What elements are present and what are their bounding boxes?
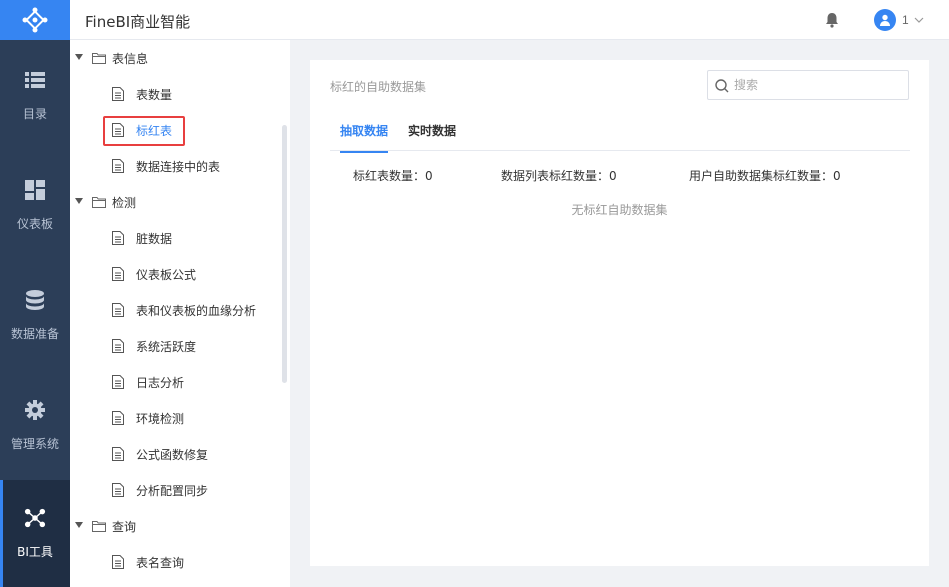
tree-item-label: 环境检测 (136, 412, 185, 426)
tree-folder-label: 查询 (112, 520, 137, 534)
tree-item[interactable]: 系统活跃度 (70, 328, 280, 364)
empty-state-text: 无标红自助数据集 (571, 203, 668, 217)
content-card: 标红的自助数据集 抽取数据 实时数据 标红表数量：0 数据列表标红数量：0 用户… (310, 60, 929, 566)
nav-label: 数据准备 (10, 326, 59, 341)
card-title: 标红的自助数据集 (330, 80, 427, 94)
folder-icon (92, 52, 106, 64)
document-icon (112, 375, 124, 389)
stat-red-user-dataset-count: 用户自助数据集标红数量：0 (689, 169, 841, 183)
tree-item[interactable]: 表名查询 (70, 544, 280, 580)
bell-icon[interactable] (825, 12, 839, 28)
document-icon (112, 231, 124, 245)
stat-red-table-count: 标红表数量：0 (353, 169, 433, 183)
app-title: FineBI商业智能 (85, 13, 191, 31)
caret-down-icon[interactable] (75, 522, 83, 528)
document-icon (112, 411, 124, 425)
username: 1 (902, 13, 909, 27)
document-icon (112, 447, 124, 461)
tree-item[interactable]: 脏数据 (70, 220, 280, 256)
list-icon (24, 69, 46, 91)
document-icon (112, 339, 124, 353)
tab-realtime-data[interactable]: 实时数据 (408, 122, 456, 151)
nav-label: BI工具 (17, 545, 53, 559)
tree-item-label: 数据连接中的表 (136, 160, 221, 174)
tree-item[interactable]: 分析配置同步 (70, 472, 280, 508)
tree-item-label: 表数量 (136, 88, 173, 102)
tree-item[interactable]: 表和仪表板的血缘分析 (70, 292, 280, 328)
logo[interactable] (0, 0, 70, 40)
logo-icon (22, 7, 48, 33)
nav-label: 目录 (22, 106, 47, 121)
nav-label: 仪表板 (16, 216, 53, 231)
tree-item-label: 表名查询 (136, 556, 185, 570)
top-header: FineBI商业智能 1 (70, 0, 949, 40)
caret-down-icon[interactable] (75, 198, 83, 204)
dashboard-icon (24, 179, 46, 201)
tree-scrollbar[interactable] (282, 125, 287, 383)
document-icon (112, 159, 124, 173)
search-icon (715, 79, 729, 93)
tree-folder[interactable]: 查询 (70, 508, 280, 544)
nav-item-catalog[interactable]: 目录 (0, 40, 70, 150)
folder-icon (92, 196, 106, 208)
network-icon (24, 507, 46, 529)
tree-item[interactable]: 日志分析 (70, 364, 280, 400)
nav-label: 管理系统 (10, 436, 59, 451)
database-icon (24, 289, 46, 311)
tree-item-label: 分析配置同步 (136, 484, 209, 498)
document-icon (112, 303, 124, 317)
tree-item-label: 公式函数修复 (136, 448, 209, 462)
left-nav: 目录 仪表板 数据准备 管理系统 BI工具 (0, 0, 70, 587)
tree-folder[interactable]: 检测 (70, 184, 280, 220)
tree-item[interactable]: 仪表板公式 (70, 256, 280, 292)
stat-red-column-count: 数据列表标红数量：0 (501, 169, 617, 183)
nav-item-system[interactable]: 管理系统 (0, 370, 70, 480)
search-box[interactable] (707, 70, 909, 100)
document-icon (112, 87, 124, 101)
tree-item-label: 日志分析 (136, 376, 185, 390)
tree-item-label: 表和仪表板的血缘分析 (136, 304, 257, 318)
tree-folder-label: 表信息 (112, 52, 149, 66)
document-icon (112, 483, 124, 497)
tree-folder-label: 检测 (112, 196, 137, 210)
tab-bar: 抽取数据 实时数据 (330, 116, 910, 153)
tab-extract-data[interactable]: 抽取数据 (340, 122, 389, 153)
tree-folder[interactable]: 表信息 (70, 40, 280, 76)
tree-item-label: 脏数据 (136, 232, 173, 246)
tree-item[interactable]: 公式函数修复 (70, 436, 280, 472)
user-icon (880, 14, 890, 26)
tree-item-label: 仪表板公式 (136, 268, 197, 282)
selection-highlight-box (103, 116, 185, 146)
tree-item[interactable]: 环境检测 (70, 400, 280, 436)
tree-item[interactable]: 表数量 (70, 76, 280, 112)
search-input[interactable] (734, 75, 904, 95)
caret-down-icon[interactable] (75, 54, 83, 60)
document-icon (112, 555, 124, 569)
user-menu[interactable]: 1 (874, 9, 924, 31)
tree-item-label: 系统活跃度 (136, 340, 197, 354)
chevron-down-icon (914, 17, 924, 23)
document-icon (112, 267, 124, 281)
nav-item-data-prep[interactable]: 数据准备 (0, 260, 70, 370)
folder-icon (92, 520, 106, 532)
tree-item[interactable]: 数据连接中的表 (70, 148, 280, 184)
nav-item-bi-tools[interactable]: BI工具 (0, 480, 70, 587)
nav-item-dashboard[interactable]: 仪表板 (0, 150, 70, 260)
gear-icon (24, 399, 46, 421)
avatar (874, 9, 896, 31)
